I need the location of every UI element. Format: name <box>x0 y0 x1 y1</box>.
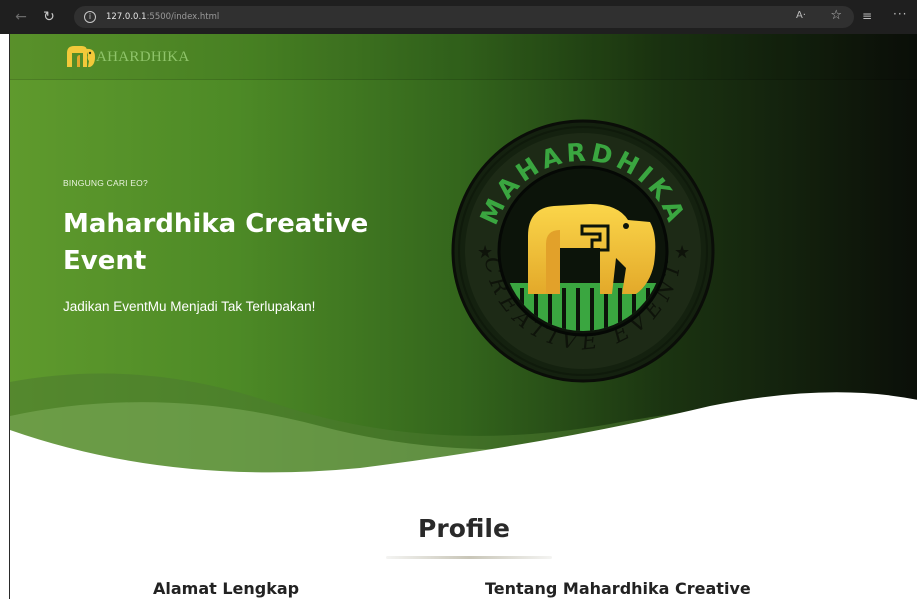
hero-subtitle: Jadikan EventMu Menjadi Tak Terlupakan! <box>63 299 316 314</box>
favorite-star-icon[interactable]: ☆ <box>830 8 842 23</box>
profile-title: Profile <box>418 514 510 543</box>
reload-icon[interactable]: ↻ <box>38 6 60 28</box>
star-right-icon: ★ <box>674 242 690 263</box>
address-bar[interactable]: i 127.0.0.1:5500/index.html A· ☆ <box>74 6 854 28</box>
brand-text[interactable]: AHARDHIKA <box>96 49 190 66</box>
star-left-icon: ★ <box>477 242 493 263</box>
address-heading: Alamat Lengkap <box>153 579 300 598</box>
collections-icon[interactable]: ≡ <box>862 9 872 23</box>
hero-eyebrow: BINGUNG CARI EO? <box>63 178 148 188</box>
profile-underline <box>386 556 552 559</box>
url-text[interactable]: 127.0.0.1:5500/index.html <box>106 12 219 22</box>
hero-title: Mahardhika Creative Event <box>63 209 369 276</box>
info-icon[interactable]: i <box>84 11 96 23</box>
about-heading: Tentang Mahardhika Creative <box>485 579 751 598</box>
read-aloud-icon[interactable]: A· <box>796 10 806 21</box>
hero-wave-divider <box>10 373 917 504</box>
mahardhika-logo: MAHARDHIKA CREATIVE EVENT ★ ★ <box>451 119 715 383</box>
elephant-logo-icon[interactable] <box>64 43 98 69</box>
page-viewport: AHARDHIKA BINGUNG CARI EO? Mahardhika Cr… <box>9 34 917 599</box>
back-icon[interactable]: ← <box>10 6 32 28</box>
more-icon[interactable]: ··· <box>893 7 907 21</box>
hero-section: AHARDHIKA BINGUNG CARI EO? Mahardhika Cr… <box>10 34 917 504</box>
browser-toolbar: ← ↻ i 127.0.0.1:5500/index.html A· ☆ ≡ ·… <box>0 0 917 34</box>
site-navbar: AHARDHIKA <box>10 34 917 80</box>
